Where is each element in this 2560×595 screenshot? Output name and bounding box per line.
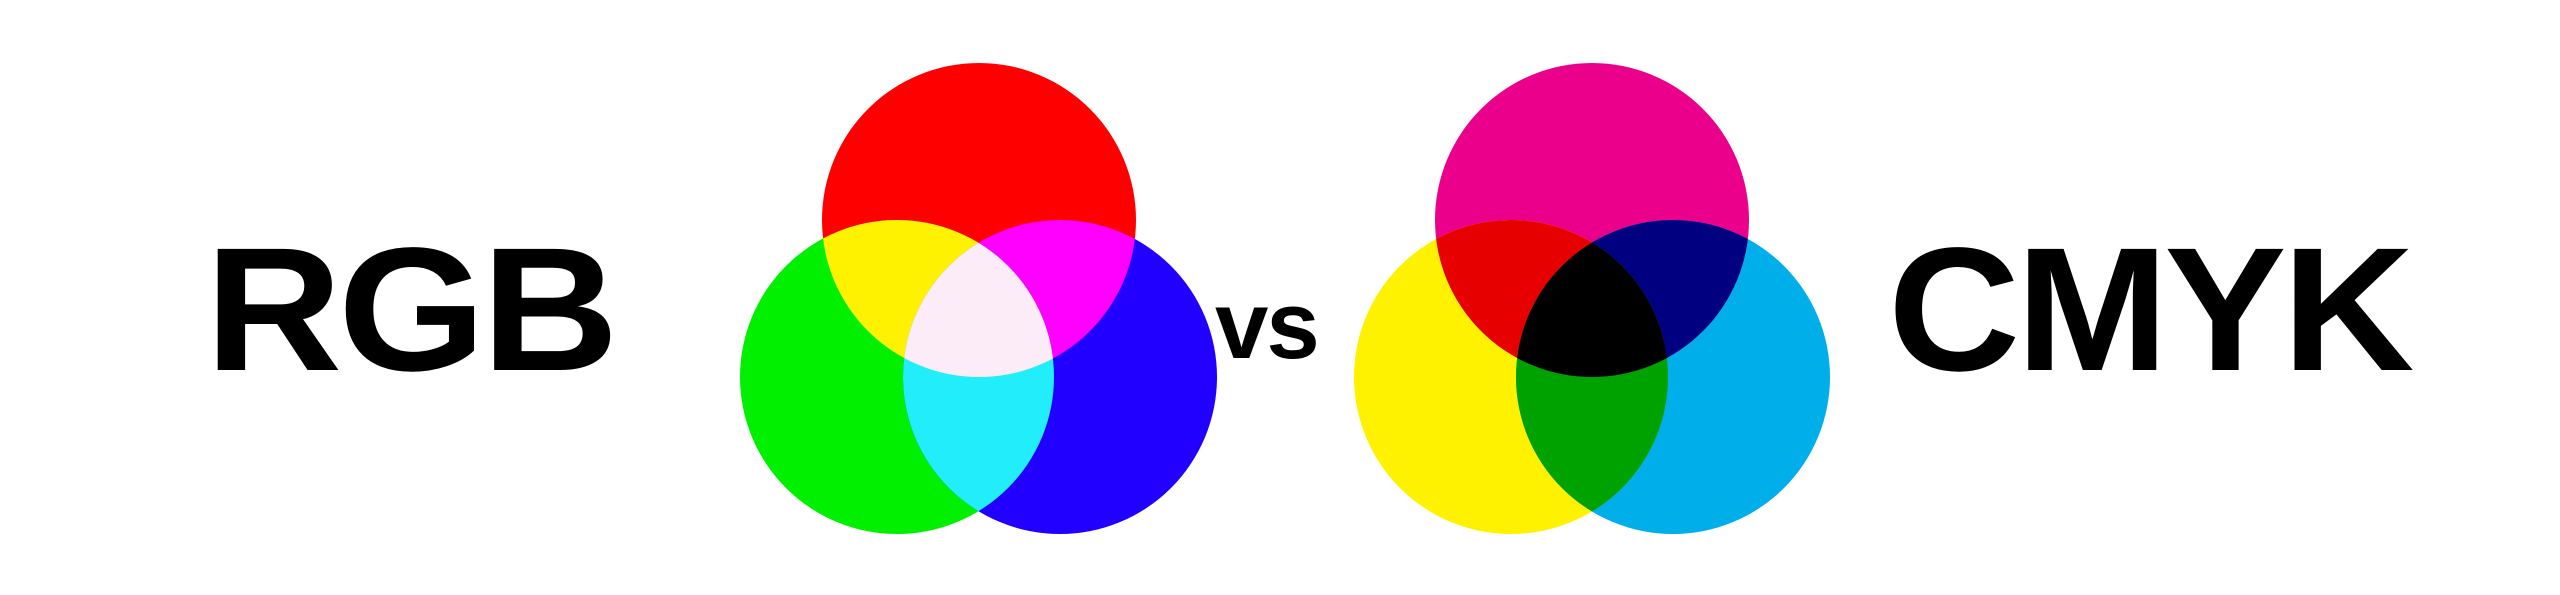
rgb-vs-cmyk-diagram: RGB vs CMYK bbox=[0, 0, 2560, 595]
venn-diagrams bbox=[740, 63, 1830, 534]
cmyk-venn bbox=[1354, 63, 1830, 534]
rgb-venn bbox=[740, 63, 1217, 534]
